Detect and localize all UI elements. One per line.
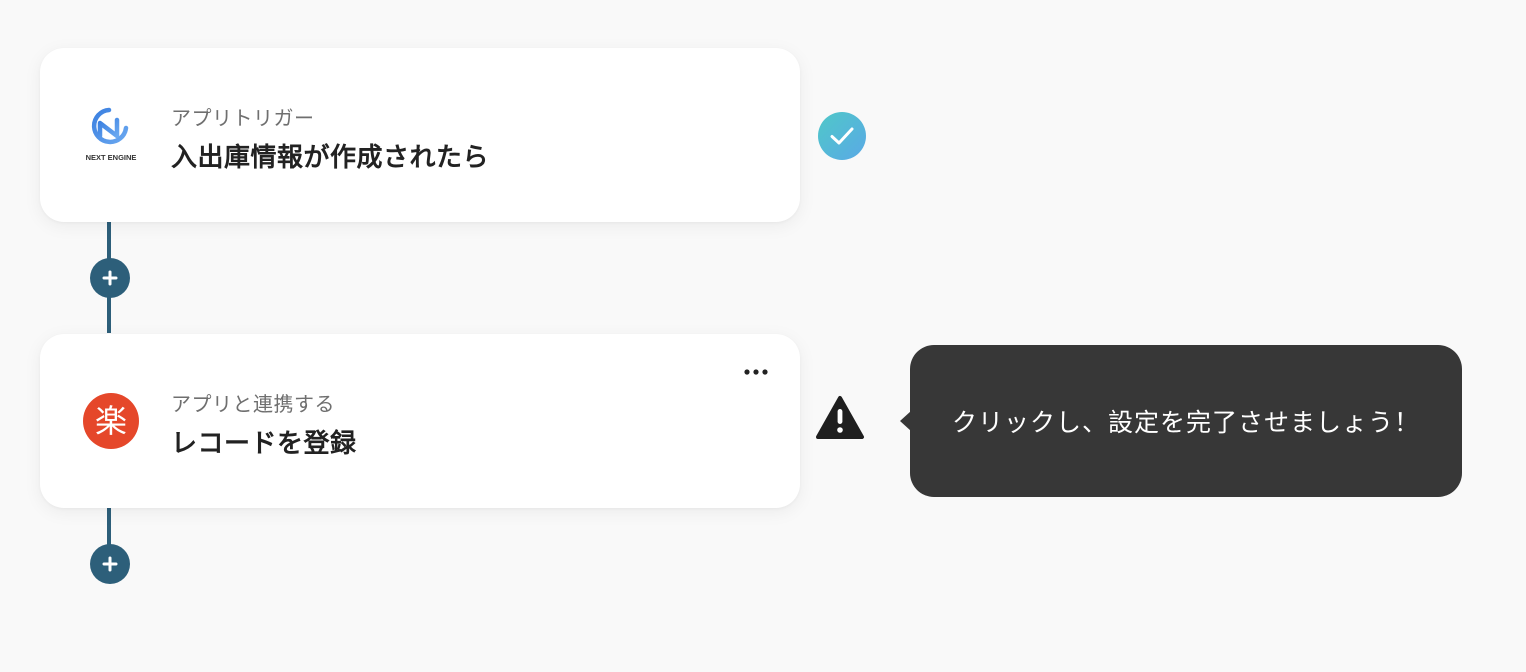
check-circle-icon xyxy=(818,112,866,160)
next-engine-logo: NEXT ENGINE xyxy=(82,106,140,164)
step-type-label: アプリと連携する xyxy=(171,392,335,416)
warning-triangle-icon xyxy=(816,396,864,439)
plus-icon xyxy=(102,270,118,286)
action-step-card[interactable]: 楽 アプリと連携する レコードを登録 xyxy=(40,334,800,508)
warning-status-badge xyxy=(815,395,865,441)
completed-status-badge xyxy=(818,112,866,160)
more-options-button[interactable] xyxy=(738,358,774,386)
rakuten-logo-glyph: 楽 xyxy=(95,402,127,440)
more-horizontal-icon xyxy=(744,369,768,375)
flow-connector-line xyxy=(107,508,111,548)
add-step-button[interactable] xyxy=(90,544,130,584)
setup-hint-tooltip: クリックし、設定を完了させましょう！ xyxy=(900,345,1462,497)
step-type-label: アプリトリガー xyxy=(171,106,315,130)
step-title: レコードを登録 xyxy=(171,429,357,459)
trigger-step-card[interactable]: NEXT ENGINE アプリトリガー 入出庫情報が作成されたら xyxy=(40,48,800,222)
tooltip-text: クリックし、設定を完了させましょう！ xyxy=(951,408,1420,437)
next-engine-wordmark: NEXT ENGINE xyxy=(86,153,137,162)
rakuten-logo: 楽 xyxy=(82,392,140,450)
add-step-button[interactable] xyxy=(90,258,130,298)
plus-icon xyxy=(102,556,118,572)
step-title: 入出庫情報が作成されたら xyxy=(171,143,490,173)
